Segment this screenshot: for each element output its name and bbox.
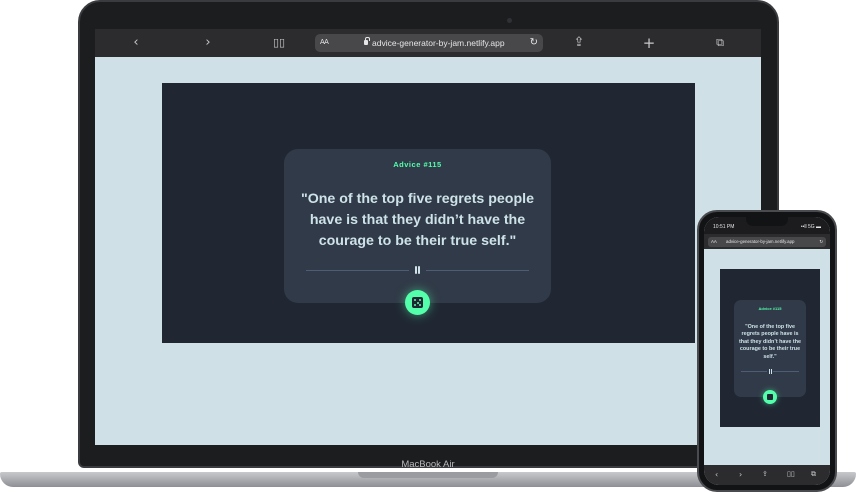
- laptop-hinge-notch: [358, 472, 498, 478]
- lock-icon: [364, 37, 370, 45]
- phone-time: 10:51 PM: [713, 224, 735, 230]
- phone-chevron-left-icon[interactable]: ‹: [715, 470, 718, 479]
- phone-advice-card: Advice #115 "One of the top five regrets…: [734, 300, 806, 404]
- laptop-brand-label: MacBook Air: [401, 459, 455, 470]
- advice-page: Advice #115 "One of the top five regrets…: [162, 83, 695, 343]
- text-size-button[interactable]: AA: [320, 34, 329, 52]
- tabs-icon[interactable]: ⧉: [710, 29, 730, 57]
- laptop-screen: ‹ › ▯▯ AA advice-generator-by-jam.netlif…: [95, 29, 761, 445]
- phone-advice-id: Advice #115: [758, 306, 782, 311]
- phone-generate-advice-button[interactable]: [763, 390, 777, 404]
- phone-frame: 10:51 PM ••ll 5G ▬ AA advice-generator-b…: [697, 210, 837, 492]
- plus-icon[interactable]: +: [639, 29, 659, 57]
- dice-icon: [412, 297, 423, 308]
- url-text: advice-generator-by-jam.netlify.app: [372, 38, 505, 48]
- chevron-right-icon[interactable]: ›: [198, 29, 218, 57]
- generate-advice-button[interactable]: [405, 290, 430, 315]
- phone-divider-right: [773, 371, 799, 372]
- phone-share-icon[interactable]: ⇪: [762, 470, 768, 478]
- phone-url-bar: AA advice-generator-by-jam.netlify.app ↻: [704, 234, 830, 249]
- phone-pause-icon: [768, 369, 772, 374]
- phone-screen: 10:51 PM ••ll 5G ▬ AA advice-generator-b…: [704, 217, 830, 485]
- phone-reload-icon[interactable]: ↻: [819, 237, 823, 247]
- phone-url-text: advice-generator-by-jam.netlify.app: [726, 239, 795, 244]
- phone-tabs-icon[interactable]: ⧉: [811, 470, 816, 479]
- signal-icon: ••ll 5G ▬: [800, 224, 821, 230]
- url-bar[interactable]: AA advice-generator-by-jam.netlify.app ↻: [315, 34, 543, 52]
- phone-advice-quote: "One of the top five regrets people have…: [739, 324, 801, 360]
- phone-divider-left: [741, 371, 767, 372]
- camera: [507, 18, 512, 23]
- phone-text-size-button[interactable]: AA: [711, 237, 717, 247]
- chevron-left-icon[interactable]: ‹: [126, 29, 146, 57]
- phone-url-field[interactable]: AA advice-generator-by-jam.netlify.app ↻: [708, 237, 826, 247]
- divider-left: [306, 270, 409, 271]
- phone-dice-icon: [767, 394, 773, 400]
- advice-card: Advice #115 "One of the top five regrets…: [284, 149, 551, 315]
- pause-icon: [414, 266, 421, 274]
- phone-book-icon[interactable]: ▯▯: [787, 470, 795, 478]
- browser-toolbar: ‹ › ▯▯ AA advice-generator-by-jam.netlif…: [95, 29, 761, 57]
- phone-bottom-toolbar: ‹ › ⇪ ▯▯ ⧉: [704, 465, 830, 485]
- phone-notch: [746, 217, 788, 226]
- advice-quote: "One of the top five regrets people have…: [301, 191, 534, 249]
- reload-icon[interactable]: ↻: [530, 34, 538, 52]
- advice-id: Advice #115: [393, 160, 442, 169]
- phone-advice-page: Advice #115 "One of the top five regrets…: [720, 269, 820, 427]
- share-icon[interactable]: ⇪: [569, 29, 589, 57]
- book-icon[interactable]: ▯▯: [269, 29, 289, 57]
- phone-chevron-right-icon[interactable]: ›: [739, 470, 742, 479]
- divider-right: [426, 270, 529, 271]
